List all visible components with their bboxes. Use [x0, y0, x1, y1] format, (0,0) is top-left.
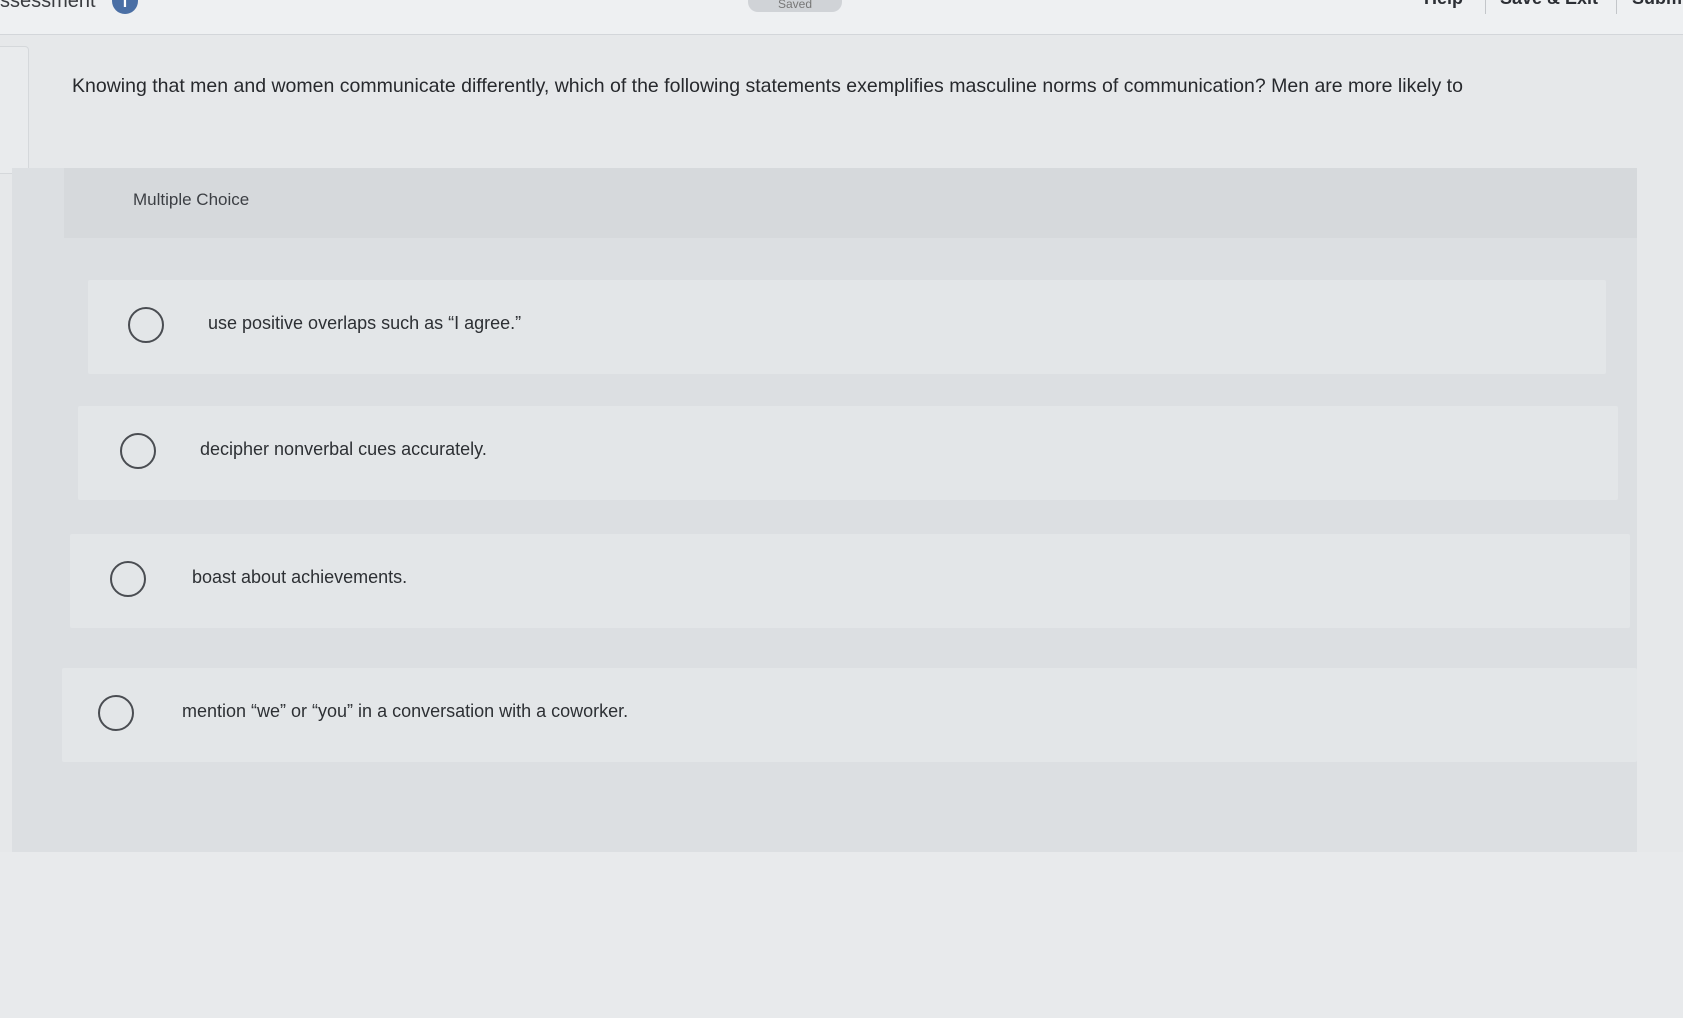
side-panel-tab[interactable]: [0, 46, 29, 174]
submit-link[interactable]: Submi: [1632, 0, 1683, 9]
answer-option-label[interactable]: boast about achievements.: [192, 567, 407, 588]
assessment-title: ssessment: [0, 0, 96, 12]
multiple-choice-panel: Multiple Choice use positive overlaps su…: [12, 168, 1637, 852]
radio-button[interactable]: [110, 561, 146, 597]
radio-button[interactable]: [98, 695, 134, 731]
answer-option-2[interactable]: decipher nonverbal cues accurately.: [78, 406, 1618, 500]
info-icon[interactable]: i: [112, 0, 138, 14]
answer-option-label[interactable]: mention “we” or “you” in a conversation …: [182, 701, 628, 722]
divider: [1616, 0, 1617, 14]
divider: [1485, 0, 1486, 14]
answer-option-3[interactable]: boast about achievements.: [70, 534, 1630, 628]
answer-option-label[interactable]: decipher nonverbal cues accurately.: [200, 439, 487, 460]
radio-button[interactable]: [120, 433, 156, 469]
multiple-choice-label: Multiple Choice: [133, 190, 250, 209]
answer-option-label[interactable]: use positive overlaps such as “I agree.”: [208, 313, 521, 334]
radio-button[interactable]: [128, 307, 164, 343]
help-link[interactable]: Help: [1424, 0, 1463, 9]
question-text: Knowing that men and women communicate d…: [72, 75, 1463, 97]
answer-option-4[interactable]: mention “we” or “you” in a conversation …: [62, 668, 1637, 762]
top-bar: ssessment i Saved Help Save & Exit Submi: [0, 0, 1683, 35]
answer-option-1[interactable]: use positive overlaps such as “I agree.”: [88, 280, 1606, 374]
save-exit-link[interactable]: Save & Exit: [1500, 0, 1598, 9]
saved-status: Saved: [748, 0, 842, 12]
page-background: [0, 852, 1683, 1018]
multiple-choice-header: Multiple Choice: [64, 168, 1637, 238]
